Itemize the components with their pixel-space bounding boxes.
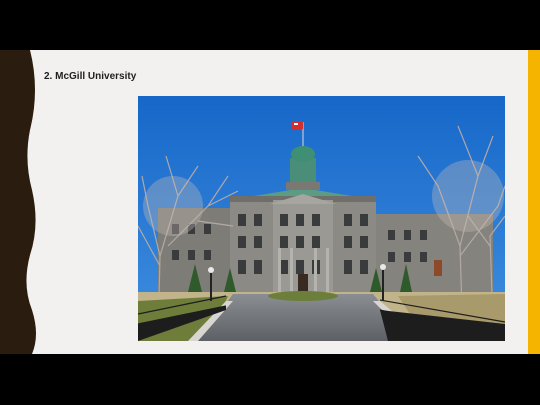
slide-title: 2. McGill University <box>44 71 137 82</box>
campus-photo <box>138 96 505 341</box>
right-accent-band <box>528 50 540 354</box>
left-decorative-band <box>0 50 36 354</box>
slide: 2. McGill University <box>0 50 540 354</box>
